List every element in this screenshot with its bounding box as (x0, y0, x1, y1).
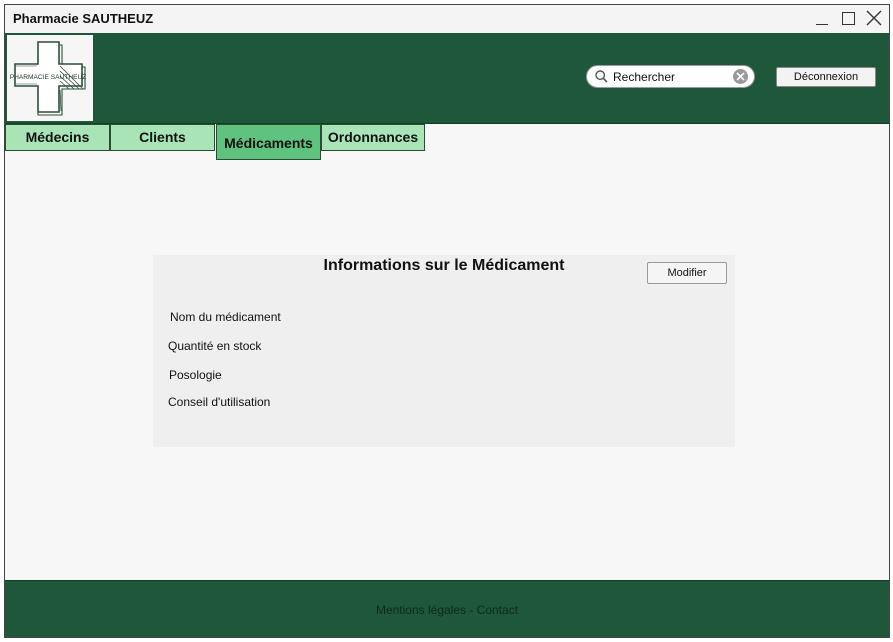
window-title: Pharmacie SAUTHEUZ (13, 11, 154, 26)
footer-links[interactable]: Mentions légales - Contact (5, 603, 889, 617)
minimize-icon[interactable] (813, 7, 831, 29)
clear-search-icon[interactable] (733, 69, 748, 84)
edit-button[interactable]: Modifier (647, 262, 727, 284)
app-window: Pharmacie SAUTHEUZ PHARMACIE SAUTHEUZ Re… (4, 4, 890, 638)
logout-button[interactable]: Déconnexion (776, 67, 876, 87)
search-box[interactable] (586, 65, 755, 88)
field-label-usage-advice: Conseil d'utilisation (168, 395, 271, 409)
pharmacy-logo: PHARMACIE SAUTHEUZ (7, 35, 93, 121)
maximize-icon[interactable] (839, 7, 857, 29)
search-icon (595, 70, 608, 83)
title-bar: Pharmacie SAUTHEUZ (5, 5, 889, 34)
tab-ordonnances[interactable]: Ordonnances (321, 124, 425, 151)
tab-medecins[interactable]: Médecins (5, 124, 110, 151)
medication-info-card: Informations sur le Médicament Modifier … (153, 255, 735, 447)
app-footer: Mentions légales - Contact (5, 580, 889, 637)
field-label-dosage: Posologie (169, 368, 222, 382)
field-label-name: Nom du médicament (170, 310, 281, 324)
tab-clients[interactable]: Clients (110, 124, 215, 151)
window-controls (813, 7, 883, 29)
search-input[interactable] (613, 68, 725, 85)
close-icon[interactable] (865, 7, 883, 29)
tab-medicaments[interactable]: Médicaments (216, 124, 321, 160)
logo-text: PHARMACIE SAUTHEUZ (10, 74, 87, 81)
field-label-stock: Quantité en stock (168, 339, 262, 353)
app-header: PHARMACIE SAUTHEUZ Déconnexion (5, 33, 889, 124)
